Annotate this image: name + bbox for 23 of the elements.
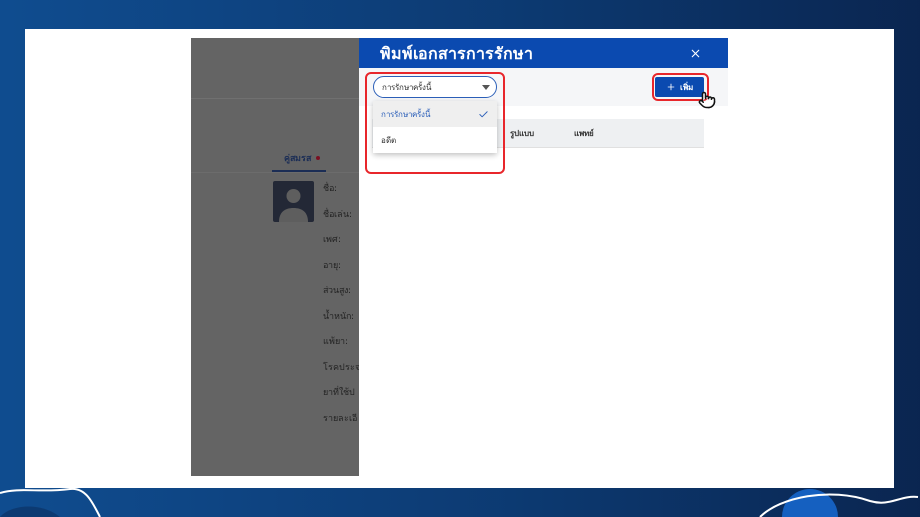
profile-field-label: ชื่อเล่น: <box>323 208 354 221</box>
profile-field-label: เพศ: <box>323 234 342 246</box>
profile-field-label: น้ำหนัก: <box>323 310 356 323</box>
profile-field-label: ชื่อ: <box>323 183 360 196</box>
profile-field-label: ส่วนสูง: <box>323 285 352 298</box>
profile-field-label: ยาที่ใช้ป <box>323 387 360 400</box>
dialog-title: พิมพ์เอกสารการรักษา <box>380 42 533 64</box>
check-icon <box>478 108 489 120</box>
dropdown-option[interactable]: การรักษาครั้งนี้ <box>373 101 497 127</box>
column-header: รูปแบบ <box>510 128 534 140</box>
profile-field-label: แพ้ยา: <box>323 336 350 348</box>
avatar-silhouette-icon <box>273 181 314 222</box>
close-button[interactable] <box>689 46 702 60</box>
filter-dropdown[interactable]: การรักษาครั้งนี้ <box>373 76 497 98</box>
profile-field-label: โรคประจ <box>323 362 360 374</box>
caret-icon <box>482 84 490 90</box>
profile-field-label: อายุ: <box>323 260 342 272</box>
add-button[interactable]: เพิ่ม <box>655 77 704 97</box>
notification-dot <box>316 156 320 160</box>
plus-icon <box>666 82 676 92</box>
profile-field-label: รายละเอี <box>323 412 358 425</box>
column-header: แพทย์ <box>574 128 594 140</box>
dropdown-option[interactable]: อดีต <box>373 127 497 153</box>
